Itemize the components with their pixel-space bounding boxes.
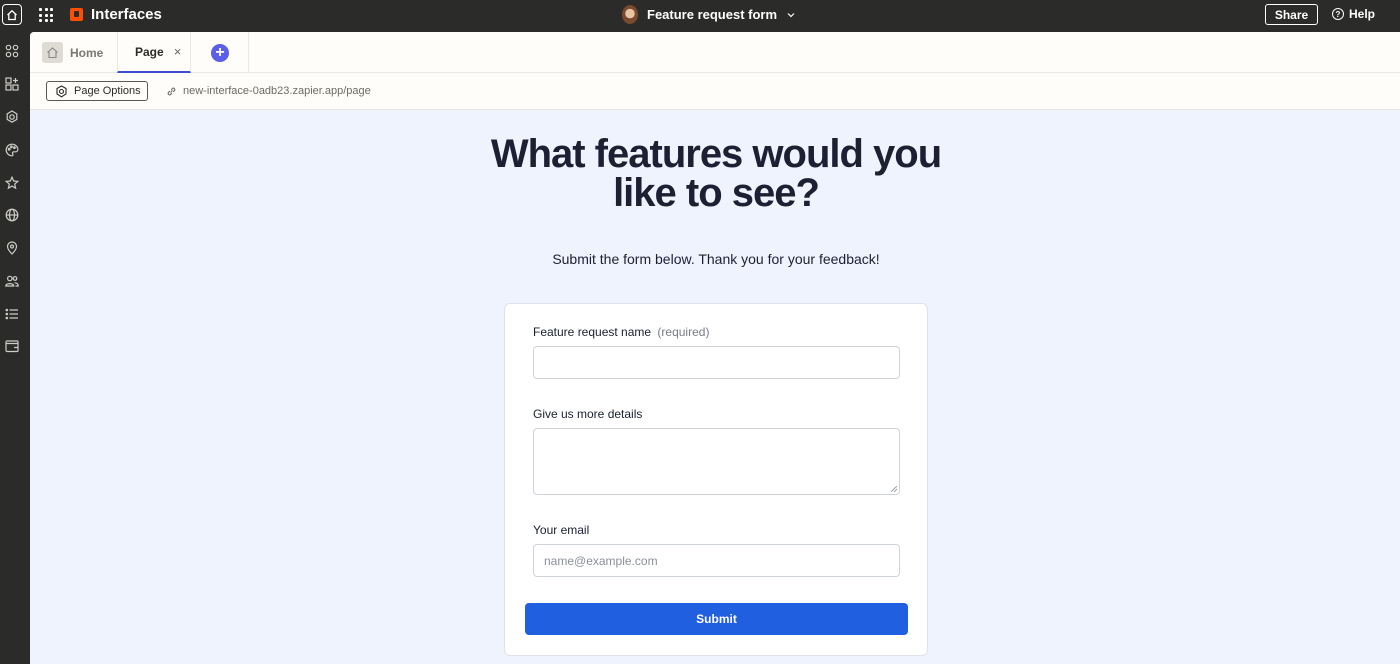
page-title: What features would you like to see?	[490, 132, 942, 215]
resize-handle-icon[interactable]	[891, 486, 897, 492]
page-url[interactable]: new-interface-0adb23.zapier.app/page	[166, 85, 371, 97]
details-textarea[interactable]	[533, 428, 900, 495]
add-page-button[interactable]: +	[192, 32, 249, 73]
tab-home-label: Home	[70, 45, 104, 60]
avatar	[622, 5, 638, 24]
users-icon[interactable]	[4, 273, 20, 289]
close-icon[interactable]: ×	[174, 44, 182, 59]
submit-button[interactable]: Submit	[525, 603, 908, 635]
settings-icon	[56, 84, 67, 97]
help-label: Help	[1349, 7, 1376, 21]
top-bar: Interfaces Feature request form Share ? …	[0, 0, 1400, 30]
form-title: Feature request form	[647, 7, 778, 22]
zapier-logo-icon	[70, 8, 83, 21]
tab-page-label: Page	[135, 44, 164, 59]
tab-home[interactable]: Home	[30, 32, 117, 73]
help-icon: ?	[1332, 8, 1344, 20]
plus-icon: +	[211, 43, 229, 62]
page-options-button[interactable]: Page Options	[46, 81, 148, 101]
home-tab-icon	[42, 42, 63, 63]
form-title-dropdown[interactable]: Feature request form	[622, 5, 796, 24]
brand[interactable]: Interfaces	[70, 6, 162, 23]
help-button[interactable]: ? Help	[1332, 7, 1375, 21]
details-label: Give us more details	[533, 407, 643, 421]
list-icon[interactable]	[4, 306, 20, 322]
email-placeholder: name@example.com	[544, 553, 658, 568]
share-button[interactable]: Share	[1265, 4, 1318, 25]
form-card: Feature request name (required) Give us …	[504, 303, 928, 656]
chevron-down-icon	[787, 12, 795, 17]
left-rail	[0, 30, 30, 664]
settings-icon[interactable]	[4, 109, 20, 125]
url-text: new-interface-0adb23.zapier.app/page	[183, 85, 371, 97]
apps-icon[interactable]	[4, 43, 20, 59]
star-icon[interactable]	[4, 175, 20, 191]
globe-icon[interactable]	[4, 207, 20, 223]
tab-bar: Home Page × +	[30, 32, 1400, 73]
required-marker: (required)	[657, 325, 710, 339]
home-icon[interactable]	[2, 4, 22, 25]
wallet-icon[interactable]	[4, 338, 20, 354]
feature-name-label: Feature request name (required)	[533, 325, 709, 339]
location-icon[interactable]	[4, 240, 20, 256]
brand-name: Interfaces	[91, 6, 162, 23]
feature-name-label-text: Feature request name	[533, 325, 652, 339]
palette-icon[interactable]	[4, 142, 20, 158]
page-options-label: Page Options	[74, 85, 141, 97]
url-bar: Page Options new-interface-0adb23.zapier…	[30, 73, 1400, 110]
tab-page[interactable]: Page ×	[117, 32, 191, 73]
page-subtitle: Submit the form below. Thank you for you…	[552, 251, 880, 267]
feature-name-input[interactable]	[533, 346, 900, 379]
blocks-icon[interactable]	[4, 76, 20, 92]
app-switcher-icon[interactable]	[39, 8, 53, 22]
email-label: Your email	[533, 523, 590, 537]
main-canvas: Home Page × + Page Options new-interface…	[30, 32, 1400, 664]
email-field[interactable]: name@example.com	[533, 544, 900, 577]
link-icon	[167, 87, 176, 95]
